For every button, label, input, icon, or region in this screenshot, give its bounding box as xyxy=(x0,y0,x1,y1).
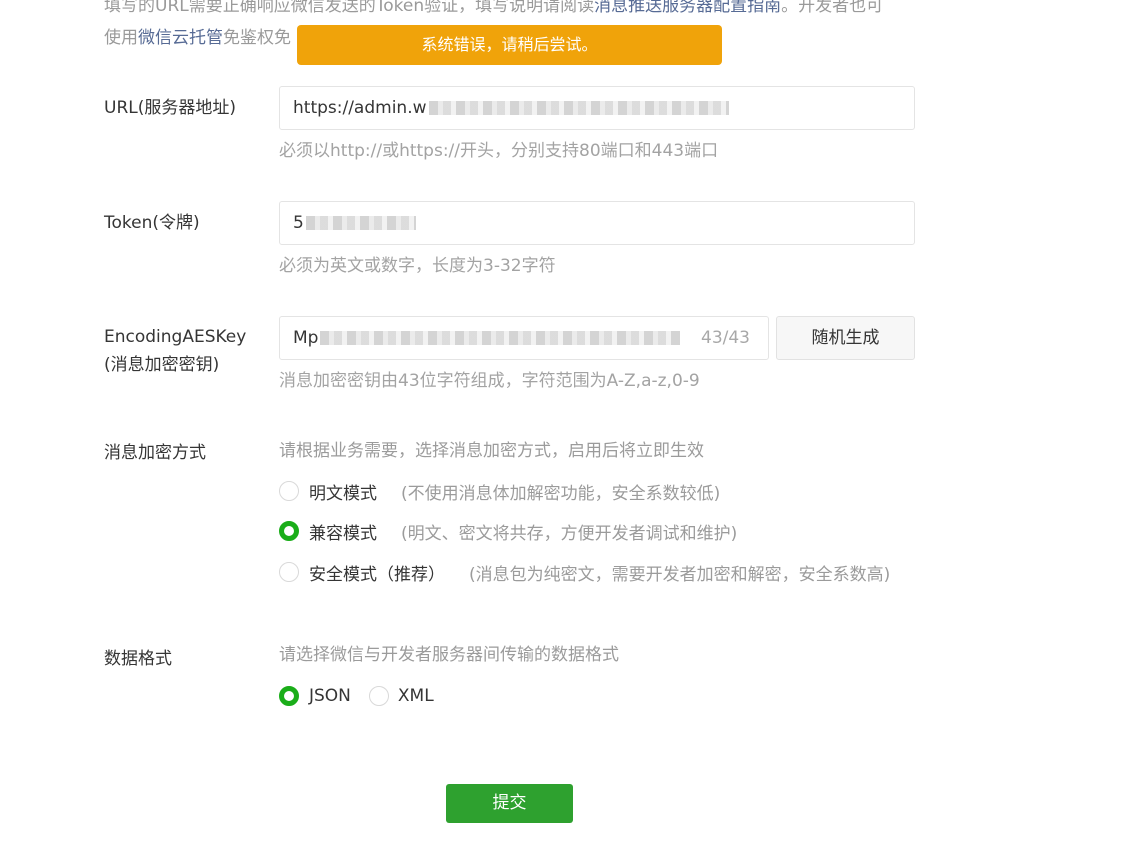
radio-unchecked-icon[interactable] xyxy=(368,686,389,706)
data-format-label: 数据格式 xyxy=(104,649,172,669)
submit-button[interactable]: 提交 xyxy=(446,784,573,823)
encrypt-hint: 请根据业务需要，选择消息加密方式，启用后将立即生效 xyxy=(279,441,704,461)
radio-unchecked-icon[interactable] xyxy=(279,562,299,582)
radio-unchecked-icon[interactable] xyxy=(279,481,299,501)
intro-line1-text: 填写的URL需要正确响应微信发送的Token验证，填写说明请阅读 xyxy=(104,0,595,16)
cloud-hosting-link[interactable]: 微信云托管 xyxy=(138,28,223,48)
encrypt-option-desc: (明文、密文将共存，方便开发者调试和维护) xyxy=(401,523,738,544)
encrypt-option-compatible[interactable]: 兼容模式 (明文、密文将共存，方便开发者调试和维护) xyxy=(279,519,738,544)
encrypt-option-desc: (消息包为纯密文，需要开发者加密和解密，安全系数高) xyxy=(469,564,891,585)
generate-key-button[interactable]: 随机生成 xyxy=(776,316,915,360)
redacted-mask xyxy=(305,216,416,230)
encrypt-option-label: 安全模式（推荐） xyxy=(309,564,445,585)
format-option-json[interactable]: JSON xyxy=(309,686,351,706)
radio-checked-icon[interactable] xyxy=(279,686,299,706)
token-label: Token(令牌) xyxy=(104,213,200,233)
aes-hint: 消息加密密钥由43位字符组成，字符范围为A-Z,a-z,0-9 xyxy=(279,371,700,391)
push-guide-link[interactable]: 消息推送服务器配置指南 xyxy=(594,0,781,16)
format-option-xml[interactable]: XML xyxy=(398,686,434,706)
token-value: 5 xyxy=(293,213,304,233)
url-hint: 必须以http://或https://开头，分别支持80端口和443端口 xyxy=(279,141,719,161)
aes-value: Mp xyxy=(293,328,319,348)
url-label: URL(服务器地址) xyxy=(104,98,236,118)
url-input[interactable]: https://admin.w xyxy=(279,86,915,130)
encrypt-option-label: 兼容模式 xyxy=(309,523,377,544)
encrypt-option-desc: (不使用消息体加解密功能，安全系数较低) xyxy=(401,483,721,504)
url-value: https://admin.w xyxy=(293,98,427,118)
encrypt-mode-label: 消息加密方式 xyxy=(104,443,206,463)
aes-char-counter: 43/43 xyxy=(701,328,750,348)
redacted-mask xyxy=(320,331,681,345)
aes-label-line2: (消息加密密钥) xyxy=(104,355,220,375)
token-hint: 必须为英文或数字，长度为3-32字符 xyxy=(279,256,556,276)
encrypt-option-plain[interactable]: 明文模式 (不使用消息体加解密功能，安全系数较低) xyxy=(279,479,721,504)
encrypt-option-label: 明文模式 xyxy=(309,483,377,504)
intro-line2-text: 使用 xyxy=(104,28,138,48)
radio-checked-icon[interactable] xyxy=(279,521,299,541)
encrypt-option-secure[interactable]: 安全模式（推荐） (消息包为纯密文，需要开发者加密和解密，安全系数高) xyxy=(279,560,891,585)
token-input[interactable]: 5 xyxy=(279,201,915,245)
format-hint: 请选择微信与开发者服务器间传输的数据格式 xyxy=(279,645,619,665)
error-toast: 系统错误，请稍后尝试。 xyxy=(297,25,722,65)
aes-label: EncodingAESKey (消息加密密钥) xyxy=(104,323,246,379)
redacted-mask xyxy=(428,101,729,115)
intro-line2-tail: 免鉴权免 xyxy=(223,28,291,48)
format-options: JSON XML xyxy=(279,684,434,708)
aes-label-line1: EncodingAESKey xyxy=(104,327,247,347)
intro-line1-tail: 。开发者也可 xyxy=(781,0,884,16)
server-config-page: 填写的URL需要正确响应微信发送的Token验证，填写说明请阅读消息推送服务器配… xyxy=(0,0,1145,854)
aes-key-input[interactable]: Mp 43/43 xyxy=(279,316,769,360)
